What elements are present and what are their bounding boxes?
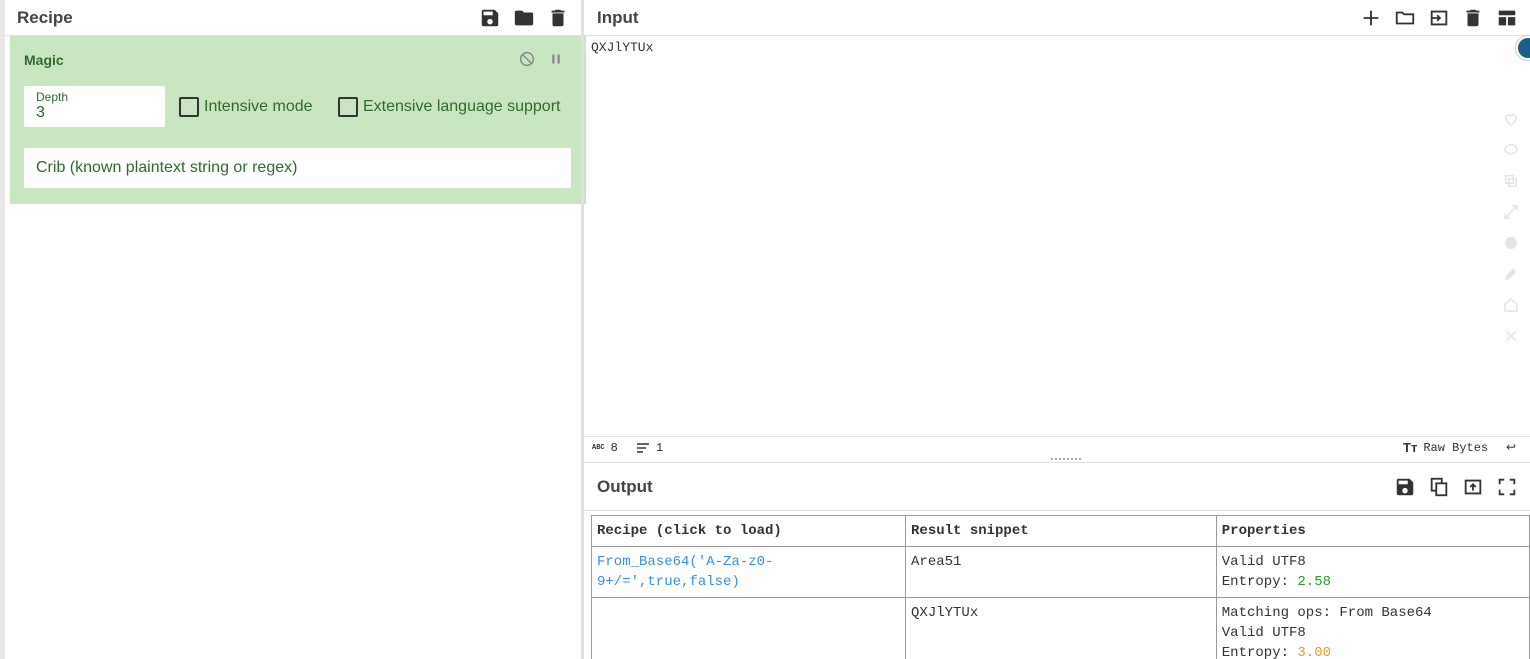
snippet-cell: QXJlYTUx [905,597,1217,659]
save-output-icon[interactable] [1394,476,1416,498]
column-header-snippet: Result snippet [905,515,1217,547]
depth-label: Depth [36,90,69,104]
clear-input-icon[interactable] [1462,7,1484,29]
open-folder-icon[interactable] [1394,7,1416,29]
length-indicator: ABC 8 [592,441,618,455]
trash-icon[interactable] [547,7,569,29]
recipe-link-cell[interactable] [590,597,907,659]
check-icon[interactable] [1502,234,1520,252]
add-tab-icon[interactable] [1360,7,1382,29]
close-icon[interactable] [1502,327,1520,345]
lines-indicator: 1 [636,441,663,455]
entropy-value: 2.58 [1297,574,1332,590]
pencil-icon[interactable] [1502,265,1520,283]
save-icon[interactable] [479,7,501,29]
output-toolbar [1394,476,1518,498]
magic-results-table: Recipe (click to load) Result snippet Pr… [590,515,1530,659]
lines-icon [637,442,649,453]
length-value: 8 [610,440,618,455]
magic-operation: Magic Depth 3 Intensive mode Extensive l… [10,36,586,204]
depth-field[interactable]: Depth 3 [24,86,165,127]
checkbox-box[interactable] [179,97,199,117]
entropy-value: 3.00 [1297,645,1332,659]
chef-logo-icon[interactable] [1516,36,1530,60]
entropy-label: Entropy: [1221,574,1298,590]
font-icon: Tт [1403,440,1418,455]
layout-icon[interactable] [1496,7,1518,29]
table-row: QXJlYTUx Matching ops: From Base64 Valid… [590,597,1530,659]
entropy-label: Entropy: [1221,645,1298,659]
maximise-icon[interactable] [1496,476,1518,498]
expand-icon[interactable] [1502,203,1520,221]
extensive-language-checkbox[interactable]: Extensive language support [338,97,560,117]
matching-ops-property: Matching ops: From Base64 [1221,605,1432,621]
encoding-label[interactable]: Raw Bytes [1423,441,1488,455]
replace-input-icon[interactable] [1462,476,1484,498]
disable-icon[interactable] [518,50,536,73]
properties-cell: Matching ops: From Base64 Valid UTF8 Ent… [1215,597,1530,659]
input-toolbar [1360,7,1518,29]
encoding-selector[interactable]: Tт Raw Bytes [1403,440,1488,455]
folder-icon[interactable] [513,7,535,29]
input-side-toolbar [1502,110,1520,358]
depth-value[interactable]: 3 [36,104,45,122]
heart-icon[interactable] [1502,110,1520,128]
column-header-recipe: Recipe (click to load) [590,515,907,547]
abc-icon: ABC [592,443,605,452]
recipe-header: Recipe [5,0,581,36]
operation-title: Magic [24,52,64,68]
properties-cell: Valid UTF8 Entropy: 2.58 [1215,546,1530,598]
input-title: Input [597,7,639,27]
output-header: Output [584,463,1530,511]
extensive-language-label: Extensive language support [363,98,561,115]
output-pane: Output Recipe (click to load) Result sni… [584,462,1530,659]
snippet-cell: Area51 [905,546,1217,598]
input-pane: Input QXJlYTUx ABC 8 1 Tт Raw Bytes ↩ [584,0,1530,460]
output-title: Output [597,476,653,496]
checkbox-box[interactable] [338,97,358,117]
input-status-bar: ABC 8 1 Tт Raw Bytes ↩ [584,436,1530,458]
table-header-row: Recipe (click to load) Result snippet Pr… [590,515,1530,547]
lines-value: 1 [656,440,664,455]
table-row: From_Base64('A-Za-z0- 9+/=',true,false) A… [590,546,1530,598]
word-wrap-icon[interactable]: ↩ [1506,440,1516,455]
comment-icon[interactable] [1502,141,1520,159]
recipe-link[interactable]: From_Base64('A-Za-z0- 9+/=',true,false) [597,554,773,590]
utf8-property: Valid UTF8 [1221,554,1306,570]
utf8-property: Valid UTF8 [1221,625,1306,641]
intensive-mode-checkbox[interactable]: Intensive mode [179,97,313,117]
crib-input[interactable]: Crib (known plaintext string or regex) [24,148,571,188]
input-header: Input [584,0,1530,36]
intensive-mode-label: Intensive mode [204,98,313,115]
pause-icon[interactable] [547,50,565,73]
recipe-toolbar [479,7,569,29]
column-header-properties: Properties [1215,515,1530,547]
copy-output-icon[interactable] [1428,476,1450,498]
import-icon[interactable] [1428,7,1450,29]
recipe-title: Recipe [17,7,73,27]
resize-handle[interactable] [1051,458,1081,461]
recipe-link-cell[interactable]: From_Base64('A-Za-z0- 9+/=',true,false) [590,546,907,598]
input-textarea[interactable]: QXJlYTUx [591,40,653,55]
home-icon[interactable] [1502,296,1520,314]
recipe-pane: Recipe Magic Depth 3 Intensive mode Exte… [0,0,586,659]
cyberchef-app: Recipe Magic Depth 3 Intensive mode Exte… [0,0,1530,659]
copy-icon[interactable] [1502,172,1520,190]
